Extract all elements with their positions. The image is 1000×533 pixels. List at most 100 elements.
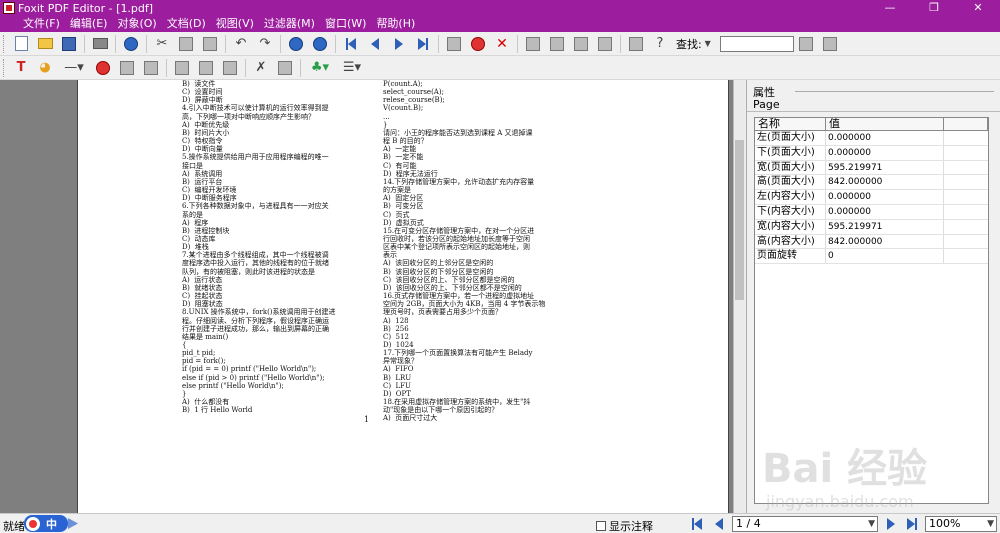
property-value[interactable]: 842.000000 — [826, 175, 944, 190]
first-page-arrow-icon — [348, 37, 356, 50]
image-tool-button[interactable] — [571, 34, 591, 54]
toolbar-separator — [620, 34, 621, 53]
column-header-name[interactable]: 名称 — [755, 118, 826, 130]
table-row[interactable]: 宽(页面大小) 595.219971 — [755, 160, 988, 176]
edit-shape-button[interactable] — [141, 58, 161, 78]
text-line: 程。仔细阅读、分析下列程序，假设程序正确运 — [182, 316, 329, 325]
table-row[interactable]: 下(页面大小) 0.000000 — [755, 145, 988, 161]
menu-edit[interactable]: 编辑(E) — [65, 16, 113, 32]
property-value[interactable]: 0.000000 — [826, 190, 944, 204]
menu-filter[interactable]: 过滤器(M) — [259, 16, 320, 32]
find-prev-button[interactable] — [820, 34, 840, 54]
crop-button[interactable] — [196, 58, 216, 78]
first-page-button[interactable] — [341, 34, 361, 54]
fit-button[interactable] — [275, 58, 295, 78]
copy-button[interactable] — [176, 34, 196, 54]
redo-button[interactable]: ↷ — [255, 34, 275, 54]
text-line: 6.下列各种数据对象中，与进程具有一一对应关 — [182, 202, 329, 211]
shape-tool-button[interactable] — [595, 34, 615, 54]
page-selector[interactable]: 1 / 4 ▼ — [732, 516, 878, 532]
line-style-dropdown[interactable]: —▾ — [59, 58, 89, 78]
menu-window[interactable]: 窗口(W) — [320, 16, 371, 32]
column-header-value[interactable]: 值 — [826, 118, 944, 130]
table-row[interactable]: 宽(内容大小) 595.219971 — [755, 219, 988, 235]
show-annotations-checkbox[interactable] — [596, 521, 606, 531]
ime-indicator[interactable]: 中 — [24, 515, 68, 532]
help-button[interactable]: ? — [650, 34, 670, 54]
align-dropdown[interactable]: ☰▾ — [338, 58, 366, 78]
foxit-app-icon[interactable] — [3, 2, 15, 14]
fill-button[interactable] — [93, 58, 113, 78]
property-value[interactable]: 0.000000 — [826, 204, 944, 219]
status-next-page-button[interactable] — [884, 517, 898, 531]
menu-help[interactable]: 帮助(H) — [371, 16, 420, 32]
rotate-page-button[interactable] — [468, 34, 488, 54]
color-button[interactable]: ◕ — [35, 58, 55, 78]
new-document-button[interactable] — [11, 34, 31, 54]
toolbar-grip[interactable] — [3, 58, 6, 77]
pdf-page[interactable]: B) 读文件 C) 设置时间 D) 屏蔽中断 4.引入中断技术可以使计算机的运行效率得… — [77, 80, 729, 513]
scrollbar-thumb[interactable] — [735, 140, 744, 300]
property-value[interactable]: 595.219971 — [826, 160, 944, 175]
minimize-button[interactable]: — — [868, 0, 912, 16]
table-row[interactable]: 下(内容大小) 0.000000 — [755, 204, 988, 220]
next-page-button[interactable] — [389, 34, 409, 54]
edit-image-button[interactable] — [117, 58, 137, 78]
open-button[interactable] — [35, 34, 55, 54]
tools-button[interactable]: ✗ — [251, 58, 271, 78]
search-options-dropdown[interactable]: ▼ — [704, 34, 712, 54]
property-value[interactable]: 595.219971 — [826, 219, 944, 234]
cut-button[interactable]: ✂ — [152, 34, 172, 54]
status-last-page-button[interactable] — [905, 517, 919, 531]
vertical-scrollbar[interactable] — [733, 80, 745, 513]
maximize-button[interactable]: ❐ — [912, 0, 956, 16]
table-row[interactable]: 页面旋转 0 — [755, 249, 988, 265]
save-button[interactable] — [59, 34, 79, 54]
close-button[interactable]: ✕ — [956, 0, 1000, 16]
status-first-page-button[interactable] — [690, 517, 704, 531]
text-tool-button[interactable] — [547, 34, 567, 54]
zoom-out-button[interactable] — [310, 34, 330, 54]
property-value[interactable]: 0 — [826, 249, 944, 264]
menu-document[interactable]: 文档(D) — [162, 16, 211, 32]
select-tool-button[interactable] — [172, 58, 192, 78]
toolbar-grip[interactable] — [3, 34, 6, 53]
undo-icon: ↶ — [235, 36, 247, 51]
zoom-in-button[interactable] — [286, 34, 306, 54]
table-row[interactable]: 左(内容大小) 0.000000 — [755, 190, 988, 205]
menu-file[interactable]: 文件(F) — [18, 16, 65, 32]
property-value[interactable]: 842.000000 — [826, 234, 944, 249]
menu-object[interactable]: 对象(O) — [112, 16, 161, 32]
page-settings-button[interactable] — [626, 34, 646, 54]
undo-button[interactable]: ↶ — [231, 34, 251, 54]
show-annotations-toggle[interactable]: 显示注释 — [596, 518, 653, 533]
last-page-button[interactable] — [413, 34, 433, 54]
menu-view[interactable]: 视图(V) — [211, 16, 259, 32]
text-line: D) 虚拟页式 — [383, 218, 424, 227]
prev-page-button[interactable] — [365, 34, 385, 54]
delete-page-button[interactable]: ✕ — [492, 34, 512, 54]
properties-panel: 属性 Page 名称 值 左(页面大小) 0.000000 下(页面大小) 0.000… — [746, 80, 1000, 513]
find-next-button[interactable] — [796, 34, 816, 54]
status-prev-page-button[interactable] — [712, 517, 726, 531]
align-icon: ☰▾ — [342, 60, 362, 75]
zoom-selector[interactable]: 100% ▼ — [925, 516, 997, 532]
resize-button[interactable] — [220, 58, 240, 78]
shapes-dropdown[interactable]: ♣▾ — [306, 58, 334, 78]
table-row[interactable]: 左(页面大小) 0.000000 — [755, 131, 988, 146]
font-button[interactable]: T — [11, 58, 31, 78]
paste-button[interactable] — [200, 34, 220, 54]
text-line: B) 一定不能 — [383, 153, 424, 162]
keyboard-button[interactable] — [523, 34, 543, 54]
search-input[interactable] — [719, 35, 794, 52]
status-text: 就绪 — [3, 520, 25, 533]
shapes-icon: ♣▾ — [310, 60, 330, 75]
document-view[interactable]: B) 读文件 C) 设置时间 D) 屏蔽中断 4.引入中断技术可以使计算机的运行效率得… — [0, 80, 745, 513]
properties-button[interactable] — [121, 34, 141, 54]
table-row[interactable]: 高(内容大小) 842.000000 — [755, 234, 988, 250]
property-value[interactable]: 0.000000 — [826, 145, 944, 160]
print-button[interactable] — [90, 34, 110, 54]
property-value[interactable]: 0.000000 — [826, 131, 944, 145]
insert-page-button[interactable] — [444, 34, 464, 54]
table-row[interactable]: 高(页面大小) 842.000000 — [755, 175, 988, 191]
